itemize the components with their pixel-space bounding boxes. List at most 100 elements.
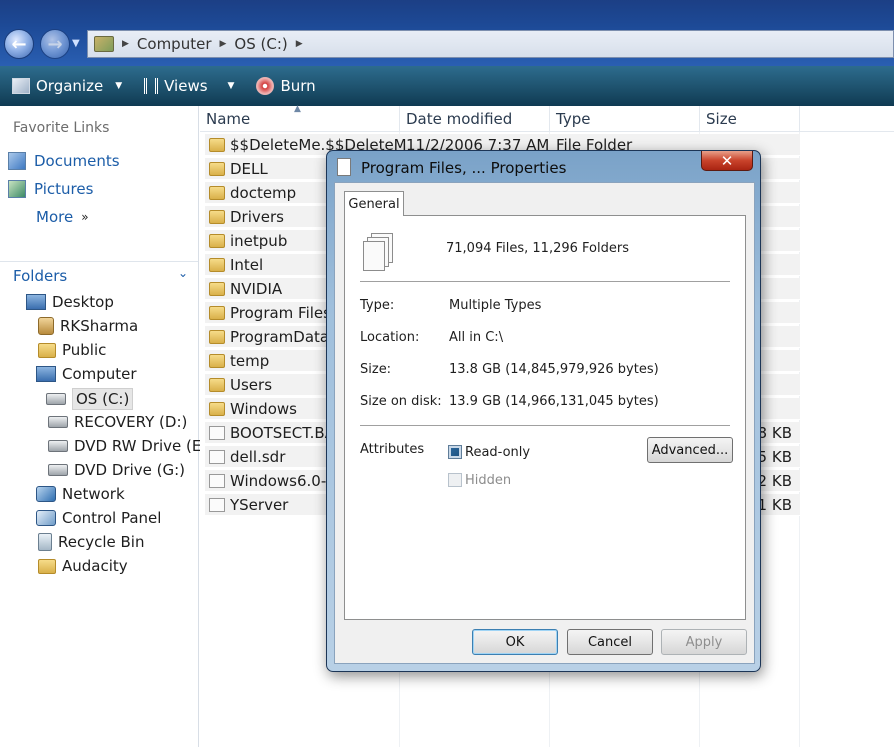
file-name: NVIDIA [230,279,283,298]
column-header-type[interactable]: Type [550,106,700,132]
folder-icon [209,329,225,344]
folder-icon [38,342,56,358]
recycle-bin-icon [38,533,52,551]
tree-label: RKSharma [60,317,139,335]
tree-item-recycle-bin[interactable]: Recycle Bin [38,533,144,551]
burn-label: Burn [280,77,316,95]
tree-label: Network [62,485,125,503]
organize-button[interactable]: Organize ▼ [12,77,122,95]
chevron-right-icon[interactable]: ▶ [122,39,129,49]
file-icon [209,425,225,440]
file-name: BOOTSECT.BA [230,423,335,442]
tree-item-dvd-g[interactable]: DVD Drive (G:) [48,461,185,479]
multiple-files-icon [363,233,397,273]
file-name: doctemp [230,183,297,202]
dialog-body: General 71,094 Files, 11,296 Folders Typ… [334,182,755,664]
recent-pages-dropdown-icon[interactable]: ▼ [72,38,80,49]
sort-ascending-icon: ▲ [294,104,301,114]
folder-icon [209,281,225,296]
breadcrumb-os-c[interactable]: OS (C:) [234,35,287,53]
file-name: inetpub [230,231,288,250]
favorite-more[interactable]: More » [36,208,89,226]
tree-item-network[interactable]: Network [36,485,125,503]
file-name: ProgramData [230,327,330,346]
forward-button[interactable]: → [40,29,70,59]
divider [360,281,730,282]
close-button[interactable]: ✕ [701,151,753,171]
folders-header[interactable]: Folders ⌄ [0,261,198,289]
back-button[interactable]: ← [4,29,34,59]
control-panel-icon [36,510,56,526]
tree-item-os-c[interactable]: OS (C:) [46,388,134,410]
size-on-disk-value: 13.9 GB (14,966,131,045 bytes) [449,394,659,409]
folder-icon [209,377,225,392]
views-button[interactable]: Views ▼ [144,77,234,95]
chevron-down-icon[interactable]: ⌄ [178,266,188,280]
apply-button[interactable]: Apply [661,629,747,655]
hard-drive-icon [48,416,68,428]
file-icon [209,473,225,488]
tree-label: Recycle Bin [58,533,145,551]
file-name: Program Files [230,303,331,322]
breadcrumb-computer[interactable]: Computer [137,35,212,53]
address-bar[interactable]: ▶ Computer ▶ OS (C:) ▶ [87,30,894,58]
burn-button[interactable]: Burn [256,77,316,95]
ok-button[interactable]: OK [472,629,558,655]
disc-icon [256,77,275,95]
file-name: Windows6.0-K [230,471,337,490]
tree-item-audacity[interactable]: Audacity [38,557,128,575]
file-name: dell.sdr [230,447,286,466]
size-on-disk-label: Size on disk: [360,394,442,409]
command-toolbar: Organize ▼ Views ▼ Burn [0,66,894,106]
column-header-name[interactable]: ▲ Name [200,104,400,132]
hidden-checkbox[interactable] [448,473,462,487]
file-name: DELL [230,159,268,178]
organize-label: Organize [36,77,104,95]
folder-icon [209,209,225,224]
tree-item-dvd-rw-e[interactable]: DVD RW Drive (E:) [48,437,212,455]
column-header-size[interactable]: Size [700,106,800,132]
hidden-label[interactable]: Hidden [465,473,511,488]
type-label: Type: [360,298,395,313]
read-only-label[interactable]: Read-only [465,445,530,460]
tree-label: OS (C:) [72,388,134,410]
column-header-label: Date modified [406,110,513,128]
views-label: Views [164,77,208,95]
file-folder-count: 71,094 Files, 11,296 Folders [446,241,629,256]
file-name: YServer [230,495,289,514]
tree-item-computer[interactable]: Computer [36,365,137,383]
read-only-checkbox[interactable] [448,445,462,459]
file-name: Intel [230,255,264,274]
folder-icon [209,233,225,248]
tree-item-desktop[interactable]: Desktop [26,293,114,311]
tree-label: Computer [62,365,137,383]
file-name: Drivers [230,207,284,226]
file-name: Users [230,375,273,394]
tree-item-control-panel[interactable]: Control Panel [36,509,161,527]
file-size: 2 KB [757,471,792,490]
tree-item-rksharma[interactable]: RKSharma [38,317,138,335]
dialog-title: Program Files, ... Properties [361,159,567,177]
computer-icon [36,366,56,382]
chevron-right-icon[interactable]: ▶ [220,39,227,49]
folder-icon [209,185,225,200]
chevron-right-icon[interactable]: ▶ [296,39,303,49]
column-header-label: Size [706,110,737,128]
tab-general[interactable]: General [344,191,404,216]
favorite-pictures[interactable]: Pictures [8,180,93,198]
column-header-date[interactable]: Date modified [400,106,550,132]
organize-icon [12,78,30,94]
tree-item-public[interactable]: Public [38,341,106,359]
hard-drive-icon [46,393,66,405]
favorite-label: Documents [34,152,120,170]
advanced-button[interactable]: Advanced... [647,437,733,463]
column-header-label: Type [556,110,591,128]
favorite-documents[interactable]: Documents [8,152,120,170]
desktop-icon [26,294,46,310]
file-size: 5 KB [757,447,792,466]
cancel-button[interactable]: Cancel [567,629,653,655]
divider [360,425,730,426]
folder-icon [38,558,56,574]
column-headers: ▲ Name Date modified Type Size [200,104,894,132]
tree-item-recovery-d[interactable]: RECOVERY (D:) [48,413,187,431]
